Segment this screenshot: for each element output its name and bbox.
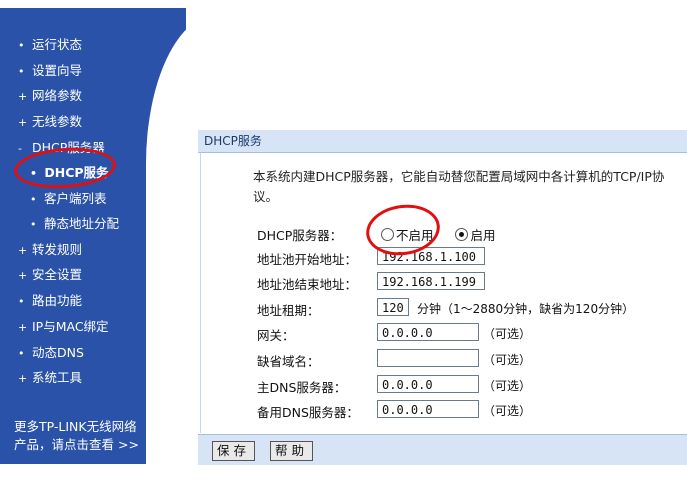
pool-start-label: 地址池开始地址： [257,252,358,267]
sidebar-item-system-tools[interactable]: + 系统工具 [18,367,82,386]
help-button[interactable]: 帮助 [270,441,314,461]
save-button[interactable]: 保存 [212,441,256,461]
dhcp-server-label: DHCP服务器： [257,228,343,243]
gateway-input[interactable]: 0.0.0.0 [377,323,479,341]
primary-dns-input[interactable]: 0.0.0.0 [377,375,479,393]
primary-dns-label: 主DNS服务器： [257,380,347,395]
sidebar-item-wireless[interactable]: + 无线参数 [18,111,82,130]
promo-line-1: 更多TP-LINK无线网络 [14,419,137,434]
sidebar-item-ddns[interactable]: • 动态DNS [18,342,84,361]
panel-title: DHCP服务 [198,130,687,153]
domain-label: 缺省域名： [257,354,320,369]
sidebar-item-network[interactable]: + 网络参数 [18,85,82,104]
gateway-optional: （可选） [483,327,532,341]
sidebar-item-ip-mac-binding[interactable]: + IP与MAC绑定 [18,316,109,335]
pool-end-label: 地址池结束地址： [257,277,358,292]
secondary-dns-label: 备用DNS服务器： [257,405,359,420]
sidebar-item-status[interactable]: • 运行状态 [18,34,82,53]
sidebar-item-forwarding[interactable]: + 转发规则 [18,239,82,258]
sidebar-item-security[interactable]: + 安全设置 [18,264,82,283]
domain-optional: （可选） [483,353,532,367]
lease-label: 地址租期： [257,303,320,318]
secondary-dns-input[interactable]: 0.0.0.0 [377,400,479,418]
dhcp-service-panel: DHCP服务 本系统内建DHCP服务器，它能自动替您配置局域网中各计算机的TCP… [198,130,687,465]
gateway-label: 网关： [257,328,295,343]
panel-footer: 保存 帮助 [198,434,687,465]
radio-enable[interactable]: 启用 [455,228,496,243]
sidebar-promo-link[interactable]: 更多TP-LINK无线网络 产品，请点击查看 >> [14,418,139,454]
secondary-dns-optional: （可选） [483,404,532,418]
sidebar-item-static-address[interactable]: • 静态地址分配 [30,213,119,232]
primary-dns-optional: （可选） [483,379,532,393]
sidebar-item-wizard[interactable]: • 设置向导 [18,60,82,79]
panel-description: 本系统内建DHCP服务器，它能自动替您配置局域网中各计算机的TCP/IP协议。 [253,169,665,204]
sidebar-item-routing[interactable]: • 路由功能 [18,290,82,309]
lease-input[interactable]: 120 [377,298,409,316]
lease-hint: 分钟（1～2880分钟，缺省为120分钟） [417,302,635,316]
sidebar-item-client-list[interactable]: • 客户端列表 [30,188,107,207]
promo-line-2: 产品，请点击查看 >> [14,437,139,452]
radio-enable-circle[interactable] [455,228,469,241]
pool-end-input[interactable]: 192.168.1.199 [377,272,485,290]
domain-input[interactable] [377,349,479,367]
panel-body: 本系统内建DHCP服务器，它能自动替您配置局域网中各计算机的TCP/IP协议。 … [200,153,686,433]
sidebar-top-strip [0,8,186,14]
